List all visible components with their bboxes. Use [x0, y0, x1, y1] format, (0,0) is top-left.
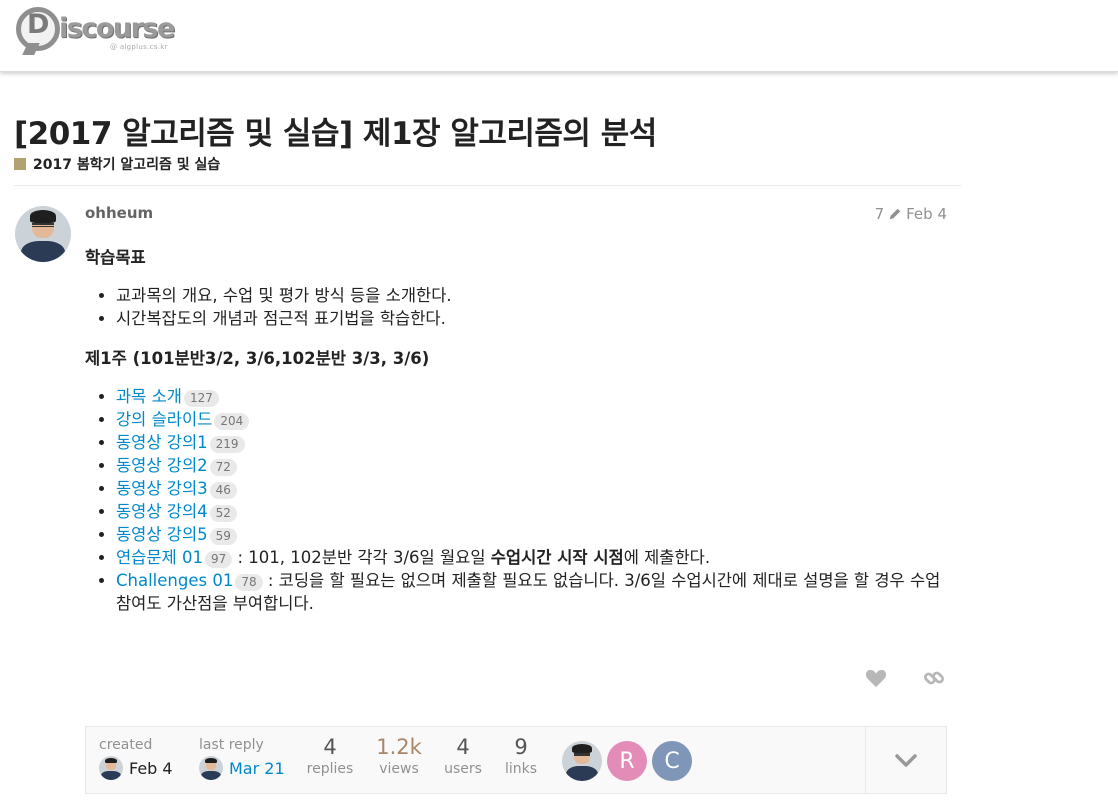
link-icon	[923, 671, 945, 685]
heart-icon	[865, 669, 887, 688]
participant-avatar[interactable]	[562, 741, 602, 781]
stat-number: 4	[323, 735, 337, 759]
topic-map: created Feb 4 last reply Mar 21 4 replie…	[85, 726, 947, 794]
click-count-badge: 46	[209, 482, 237, 499]
edit-count[interactable]: 7	[875, 205, 885, 223]
stat-label: views	[379, 761, 419, 777]
list-item: 과목 소개127	[116, 385, 945, 408]
participant-avatar[interactable]: C	[652, 741, 692, 781]
post-username[interactable]: ohheum	[85, 204, 153, 222]
challenge-link[interactable]: Challenges 01	[116, 571, 233, 590]
resource-link[interactable]: 동영상 강의3	[116, 479, 208, 498]
click-count-badge: 127	[183, 390, 219, 407]
stat-number: 1.2k	[376, 735, 422, 759]
last-reply-block[interactable]: last reply Mar 21	[199, 737, 285, 780]
list-item: Challenges 0178 : 코딩을 할 필요는 없으며 제출할 필요도 …	[116, 569, 945, 615]
list-item: 동영상 강의272	[116, 454, 945, 477]
list-item: 동영상 강의452	[116, 500, 945, 523]
share-link-button[interactable]	[920, 664, 948, 692]
resource-link[interactable]: 동영상 강의2	[116, 456, 208, 475]
click-count-badge: 59	[209, 528, 237, 545]
exercise-text-end: 에 제출한다.	[623, 548, 711, 567]
category-name: 2017 봄학기 알고리즘 및 실습	[33, 157, 221, 173]
logo-text: iscourse	[59, 13, 175, 44]
stat-links: 9 links	[500, 735, 542, 777]
stat-number: 4	[456, 735, 470, 759]
site-header: D iscourse @ algplus.cs.kr	[0, 0, 1118, 72]
resource-link[interactable]: 동영상 강의4	[116, 502, 208, 521]
chevron-down-icon	[895, 754, 917, 767]
list-item: 교과목의 개요, 수업 및 평가 방식 등을 소개한다.	[116, 284, 945, 307]
created-label: created	[99, 737, 153, 753]
discourse-logo[interactable]: D iscourse @ algplus.cs.kr	[16, 7, 176, 55]
click-count-badge: 97	[204, 551, 233, 568]
exercise-text: : 101, 102분반 각각 3/6일 월요일	[232, 548, 491, 567]
post-actions	[862, 664, 948, 692]
resource-link[interactable]: 강의 슬라이드	[116, 410, 212, 429]
last-reply-date: Mar 21	[229, 758, 285, 778]
click-count-badge: 219	[209, 436, 245, 453]
category-color-swatch	[14, 158, 26, 170]
list-item: 시간복잡도의 개념과 점근적 표기법을 학습한다.	[116, 307, 945, 330]
stat-number: 9	[514, 735, 528, 759]
list-item: 동영상 강의559	[116, 523, 945, 546]
click-count-badge: 52	[209, 505, 237, 522]
post-author-avatar[interactable]	[15, 206, 71, 262]
stat-views: 1.2k views	[372, 735, 426, 777]
like-button[interactable]	[862, 664, 890, 692]
list-item: 동영상 강의346	[116, 477, 945, 500]
stat-label: replies	[306, 761, 354, 777]
topic-title[interactable]: [2017 알고리즘 및 실습] 제1장 알고리즘의 분석	[14, 108, 657, 153]
last-reply-label: last reply	[199, 737, 264, 753]
created-block[interactable]: created Feb 4	[99, 737, 173, 780]
resources-list: 과목 소개127 강의 슬라이드204 동영상 강의1219 동영상 강의272…	[116, 385, 945, 615]
expand-topic-map-button[interactable]	[876, 743, 936, 779]
click-count-badge: 78	[235, 574, 263, 591]
resource-link[interactable]: 동영상 강의1	[116, 433, 208, 452]
week-heading: 제1주 (101분반3/2, 3/6,102분반 3/3, 3/6)	[85, 349, 430, 368]
created-date: Feb 4	[129, 758, 173, 778]
stat-label: users	[444, 761, 482, 777]
pencil-icon[interactable]	[888, 207, 902, 221]
objectives-list: 교과목의 개요, 수업 및 평가 방식 등을 소개한다. 시간복잡도의 개념과 …	[116, 284, 945, 330]
post-body: 학습목표 교과목의 개요, 수업 및 평가 방식 등을 소개한다. 시간복잡도의…	[85, 246, 945, 632]
avatar	[199, 756, 223, 780]
category-badge[interactable]: 2017 봄학기 알고리즘 및 실습	[14, 154, 220, 174]
avatar	[99, 756, 123, 780]
post-meta: 7 Feb 4	[875, 205, 947, 223]
resource-link[interactable]: 동영상 강의5	[116, 525, 208, 544]
stat-replies: 4 replies	[306, 735, 354, 777]
map-divider	[865, 727, 866, 793]
objectives-heading: 학습목표	[85, 248, 146, 267]
logo-letter: D	[27, 9, 50, 40]
list-item: 연습문제 0197 : 101, 102분반 각각 3/6일 월요일 수업시간 …	[116, 546, 945, 569]
resource-link[interactable]: 과목 소개	[116, 387, 182, 406]
post-date[interactable]: Feb 4	[906, 205, 947, 223]
participant-avatar[interactable]: R	[607, 741, 647, 781]
exercise-link[interactable]: 연습문제 01	[116, 548, 203, 567]
stat-label: links	[504, 761, 538, 777]
stat-users: 4 users	[440, 735, 486, 777]
list-item: 동영상 강의1219	[116, 431, 945, 454]
exercise-bold-text: 수업시간 시작 시점	[490, 548, 624, 567]
title-divider	[14, 185, 961, 186]
click-count-badge: 204	[214, 413, 250, 430]
logo-subtitle: @ algplus.cs.kr	[110, 43, 168, 51]
list-item: 강의 슬라이드204	[116, 408, 945, 431]
click-count-badge: 72	[209, 459, 237, 476]
